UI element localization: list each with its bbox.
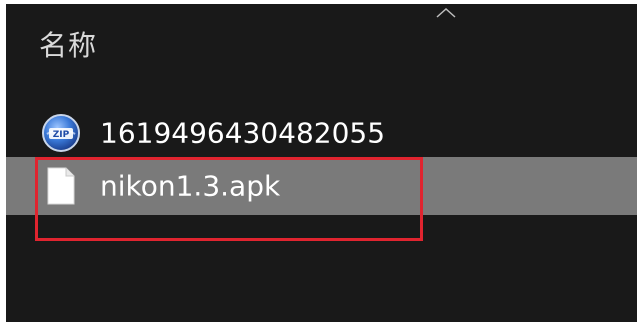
svg-text:ZIP: ZIP <box>53 130 70 140</box>
generic-file-icon <box>40 165 82 207</box>
zip-archive-icon: ZIP <box>40 112 82 154</box>
column-header-label: 名称 <box>39 29 98 62</box>
file-name: nikon1.3.apk <box>100 169 281 203</box>
file-row[interactable]: ZIP 1619496430482055 <box>6 104 637 162</box>
chevron-up-icon[interactable] <box>435 8 457 18</box>
file-row-selected[interactable]: nikon1.3.apk <box>6 157 637 215</box>
file-explorer-pane: 名称 ZIP 1619496430482055 nikon1.3.apk <box>6 4 637 322</box>
file-name: 1619496430482055 <box>100 116 386 150</box>
column-header-name[interactable]: 名称 <box>39 24 97 64</box>
